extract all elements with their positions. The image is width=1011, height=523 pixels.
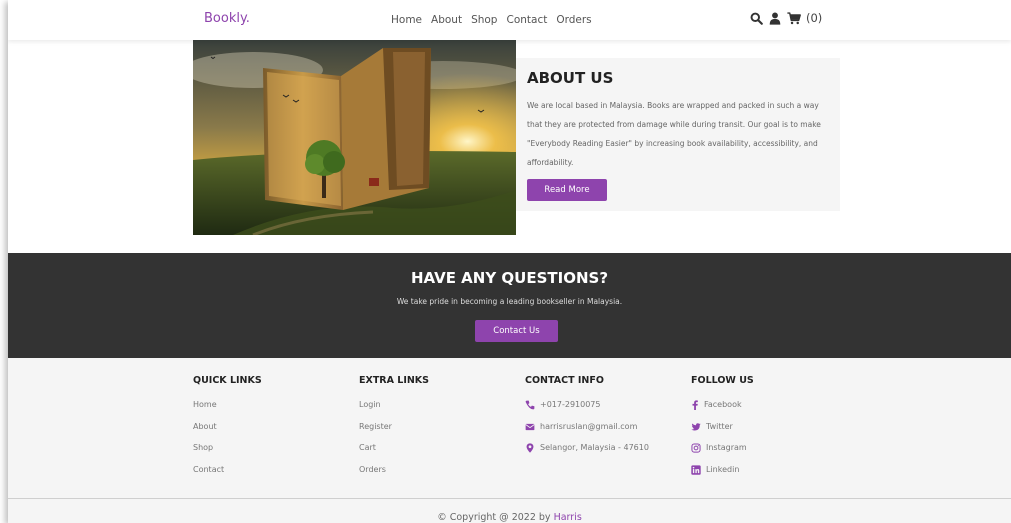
- questions-title: HAVE ANY QUESTIONS?: [410, 269, 609, 287]
- contact-info-title: CONTACT INFO: [525, 375, 604, 386]
- nav-about[interactable]: About: [431, 14, 462, 26]
- social-twitter[interactable]: Twitter: [691, 422, 754, 444]
- browser-viewport: Bookly. Home About Shop Contact Orders (…: [8, 0, 1011, 523]
- contact-phone[interactable]: +017-2910075: [525, 400, 649, 422]
- contact-info-column: CONTACT INFO +017-2910075 harrisruslan@g…: [525, 375, 649, 465]
- map-marker-icon: [526, 443, 534, 453]
- linkedin-icon: [691, 464, 701, 475]
- quick-links-title: QUICK LINKS: [193, 375, 262, 386]
- social-linkedin[interactable]: Linkedin: [691, 465, 754, 487]
- contact-location[interactable]: Selangor, Malaysia - 47610: [525, 443, 649, 465]
- site-header: Bookly. Home About Shop Contact Orders (…: [8, 0, 1011, 40]
- site-logo[interactable]: Bookly.: [204, 11, 250, 26]
- facebook-icon: [692, 400, 698, 410]
- instagram-icon: [691, 443, 701, 453]
- nav-shop[interactable]: Shop: [471, 14, 497, 26]
- follow-us-column: FOLLOW US Facebook Twitter Instagram Lin…: [691, 375, 754, 486]
- contact-us-button[interactable]: Contact Us: [475, 320, 558, 342]
- follow-us-title: FOLLOW US: [691, 375, 754, 386]
- cart-count[interactable]: (0): [806, 11, 822, 25]
- user-icon[interactable]: [769, 11, 781, 25]
- nav-orders[interactable]: Orders: [556, 14, 591, 26]
- extra-link-cart[interactable]: Cart: [359, 443, 429, 465]
- questions-section: HAVE ANY QUESTIONS? We take pride in bec…: [8, 253, 1011, 358]
- quick-link-shop[interactable]: Shop: [193, 443, 262, 465]
- extra-links-column: EXTRA LINKS Login Register Cart Orders: [359, 375, 429, 486]
- cart-icon[interactable]: [787, 11, 801, 25]
- extra-link-register[interactable]: Register: [359, 422, 429, 444]
- about-title: ABOUT US: [527, 69, 614, 87]
- envelope-icon: [525, 423, 535, 430]
- nav-contact[interactable]: Contact: [506, 14, 547, 26]
- about-section: ABOUT US We are local based in Malaysia.…: [516, 58, 840, 211]
- quick-links-column: QUICK LINKS Home About Shop Contact: [193, 375, 262, 486]
- site-footer: QUICK LINKS Home About Shop Contact EXTR…: [8, 358, 1011, 523]
- nav-home[interactable]: Home: [391, 14, 422, 26]
- about-text: We are local based in Malaysia. Books ar…: [527, 101, 821, 167]
- search-icon[interactable]: [750, 12, 763, 25]
- copyright-author-link[interactable]: Harris: [554, 512, 582, 523]
- social-facebook[interactable]: Facebook: [691, 400, 754, 422]
- quick-link-home[interactable]: Home: [193, 400, 262, 422]
- twitter-icon: [691, 422, 701, 430]
- quick-link-contact[interactable]: Contact: [193, 465, 262, 487]
- contact-email[interactable]: harrisruslan@gmail.com: [525, 422, 649, 444]
- header-icons: (0): [750, 11, 822, 25]
- footer-divider: [8, 498, 1011, 499]
- about-image: [193, 40, 516, 235]
- extra-link-login[interactable]: Login: [359, 400, 429, 422]
- extra-link-orders[interactable]: Orders: [359, 465, 429, 487]
- questions-subtitle: We take pride in becoming a leading book…: [396, 297, 623, 306]
- phone-icon: [525, 400, 535, 410]
- read-more-button[interactable]: Read More: [527, 179, 607, 201]
- extra-links-title: EXTRA LINKS: [359, 375, 430, 386]
- quick-link-about[interactable]: About: [193, 422, 262, 444]
- copyright-text: © Copyright @ 2022 by Harris: [437, 512, 582, 523]
- main-nav: Home About Shop Contact Orders: [391, 14, 592, 26]
- social-instagram[interactable]: Instagram: [691, 443, 754, 465]
